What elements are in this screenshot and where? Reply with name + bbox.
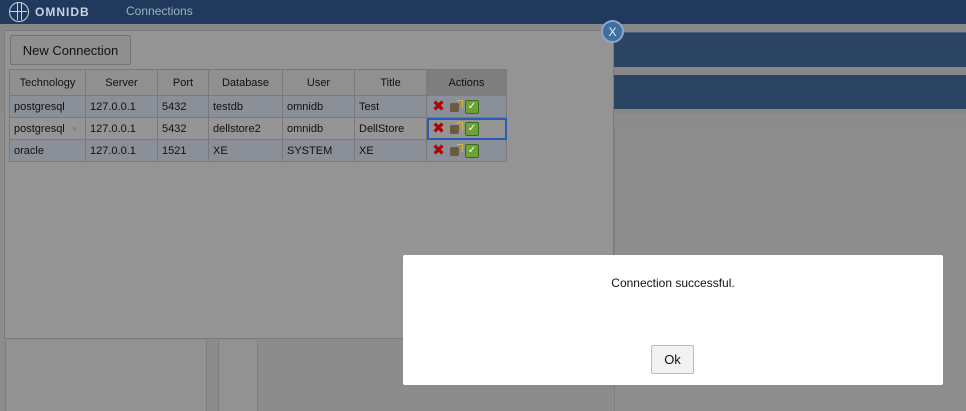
actions-cell: ✖ ✓ — [426, 139, 507, 162]
connect-plug-icon[interactable] — [448, 143, 463, 158]
column-header-port[interactable]: Port — [157, 69, 209, 96]
server-cell[interactable]: 127.0.0.1 — [85, 95, 158, 118]
delete-icon[interactable]: ✖ — [431, 121, 446, 136]
title-cell[interactable]: Test — [354, 95, 427, 118]
delete-icon[interactable]: ✖ — [431, 143, 446, 158]
column-header-technology[interactable]: Technology — [9, 69, 86, 96]
user-cell[interactable]: omnidb — [282, 117, 355, 140]
server-cell[interactable]: 127.0.0.1 — [85, 139, 158, 162]
column-header-server[interactable]: Server — [85, 69, 158, 96]
test-connection-check-icon[interactable]: ✓ — [465, 121, 479, 136]
column-header-title[interactable]: Title — [354, 69, 427, 96]
connect-plug-icon[interactable] — [448, 99, 463, 114]
close-window-button[interactable]: X — [601, 20, 624, 43]
background-tree-column — [5, 340, 207, 411]
background-splitter-column — [218, 340, 258, 411]
title-cell[interactable]: DellStore — [354, 117, 427, 140]
port-cell[interactable]: 5432 — [157, 117, 209, 140]
background-toolbar — [614, 32, 966, 67]
logo-text[interactable]: OMNIDB — [35, 5, 90, 19]
server-cell[interactable]: 127.0.0.1 — [85, 117, 158, 140]
omnidb-logo-icon[interactable] — [9, 2, 29, 22]
user-cell[interactable]: SYSTEM — [282, 139, 355, 162]
nav-connections-link[interactable]: Connections — [126, 4, 193, 18]
database-cell[interactable]: dellstore2 — [208, 117, 283, 140]
new-connection-button[interactable]: New Connection — [10, 35, 131, 65]
actions-cell: ✖ ✓ — [426, 95, 507, 118]
connect-plug-icon[interactable] — [448, 121, 463, 136]
actions-cell-selected: ✖ ✓ — [426, 117, 507, 140]
delete-icon[interactable]: ✖ — [431, 99, 446, 114]
database-cell[interactable]: testdb — [208, 95, 283, 118]
test-connection-check-icon[interactable]: ✓ — [465, 143, 479, 158]
connections-table: Technology Server Port Database User Tit… — [9, 69, 507, 162]
background-tabbar — [614, 75, 966, 109]
success-dialog: Connection successful. Ok — [403, 255, 943, 385]
dropdown-arrow-icon[interactable]: ▼ — [71, 125, 79, 134]
column-header-database[interactable]: Database — [208, 69, 283, 96]
user-cell[interactable]: omnidb — [282, 95, 355, 118]
technology-cell[interactable]: postgresql — [9, 95, 86, 118]
technology-cell[interactable]: postgresql ▼ — [9, 117, 86, 140]
port-cell[interactable]: 5432 — [157, 95, 209, 118]
title-cell[interactable]: XE — [354, 139, 427, 162]
column-header-actions[interactable]: Actions — [426, 69, 507, 96]
ok-button[interactable]: Ok — [651, 345, 694, 374]
technology-value: postgresql — [14, 122, 65, 135]
port-cell[interactable]: 1521 — [157, 139, 209, 162]
column-header-user[interactable]: User — [282, 69, 355, 96]
technology-cell[interactable]: oracle — [9, 139, 86, 162]
table-row[interactable]: postgresql 127.0.0.1 5432 testdb omnidb … — [9, 95, 507, 118]
table-row[interactable]: postgresql ▼ 127.0.0.1 5432 dellstore2 om… — [9, 117, 507, 140]
dialog-message: Connection successful. — [611, 276, 735, 290]
table-row[interactable]: oracle 127.0.0.1 1521 XE SYSTEM XE ✖ ✓ — [9, 139, 507, 162]
test-connection-check-icon[interactable]: ✓ — [465, 99, 479, 114]
top-navbar: OMNIDB Connections — [0, 0, 966, 24]
database-cell[interactable]: XE — [208, 139, 283, 162]
